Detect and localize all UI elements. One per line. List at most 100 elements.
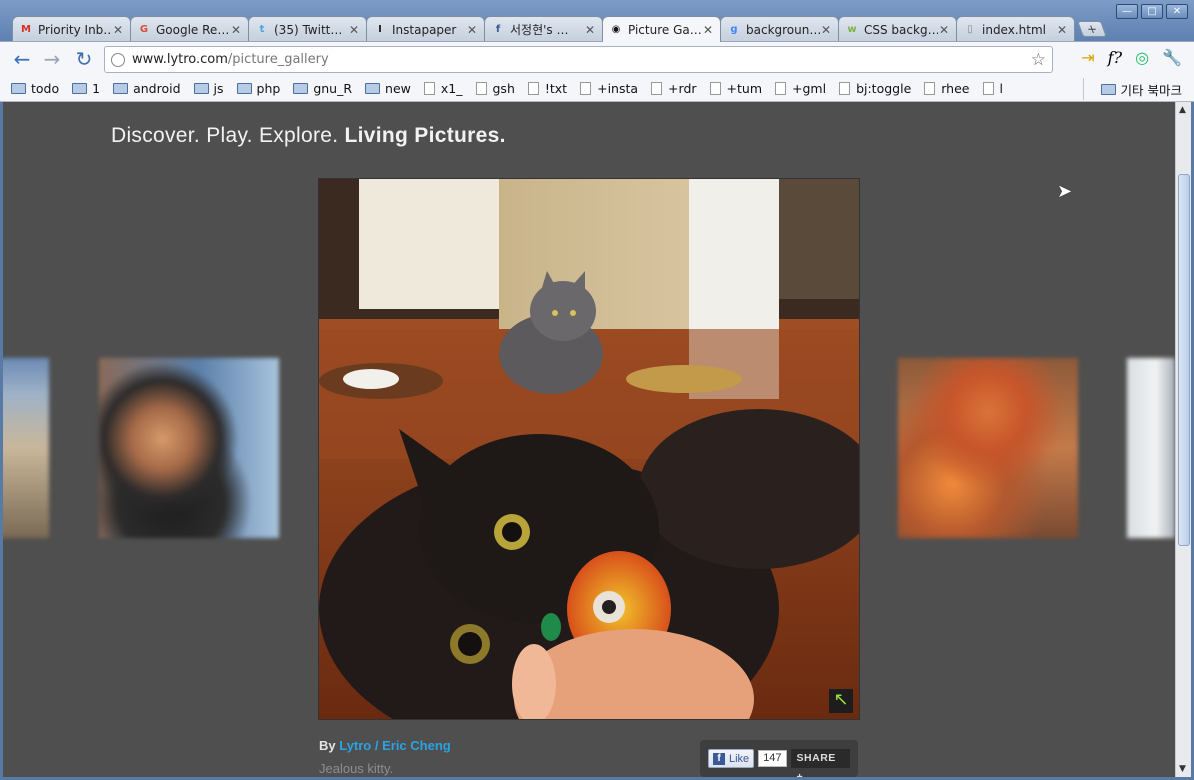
page-icon bbox=[775, 82, 786, 95]
bookmark-x1[interactable]: x1_ bbox=[423, 81, 463, 96]
by-label: By bbox=[319, 738, 340, 753]
send-to-phone-icon[interactable]: ⇥ bbox=[1081, 48, 1094, 67]
gallery-thumbnail-diver[interactable] bbox=[99, 358, 279, 538]
other-bookmarks-folder[interactable]: 기타 북마크 bbox=[1100, 80, 1182, 99]
close-tab-icon[interactable]: ✕ bbox=[112, 23, 124, 37]
bookmarks-divider bbox=[1083, 78, 1084, 100]
extension-icons: ⇥ f? ◎ 🔧 bbox=[1081, 48, 1182, 67]
expand-icon[interactable]: ↖ bbox=[829, 689, 853, 713]
url-host: www.lytro.com bbox=[132, 52, 228, 67]
tab-title: backgroun… bbox=[746, 22, 820, 37]
tab-7[interactable]: w CSS backg… ✕ bbox=[838, 16, 957, 42]
bookmark-label: !txt bbox=[544, 81, 568, 96]
facebook-like-button[interactable]: f Like bbox=[708, 749, 755, 768]
bookmark-insta[interactable]: +insta bbox=[580, 81, 638, 96]
tab-8[interactable]: ▯ index.html ✕ bbox=[956, 16, 1075, 42]
bookmark-label: gnu_R bbox=[313, 81, 353, 96]
gallery-thumbnail-flowers[interactable] bbox=[898, 358, 1078, 538]
scroll-down-arrow-icon[interactable]: ▼ bbox=[1179, 764, 1186, 774]
page-icon bbox=[527, 82, 539, 95]
tab-1[interactable]: G Google Re… ✕ bbox=[130, 16, 249, 42]
tab-3[interactable]: I Instapaper ✕ bbox=[366, 16, 485, 42]
reload-button[interactable]: ↻ bbox=[72, 48, 96, 70]
tab-2[interactable]: t (35) Twitt… ✕ bbox=[248, 16, 367, 42]
folder-icon bbox=[11, 83, 26, 94]
close-tab-icon[interactable]: ✕ bbox=[584, 23, 596, 37]
close-tab-icon[interactable]: ✕ bbox=[466, 23, 478, 37]
font-finder-icon[interactable]: f? bbox=[1108, 48, 1123, 67]
globe-icon bbox=[111, 52, 125, 67]
gallery-thumbnail-far-right[interactable] bbox=[1127, 358, 1175, 538]
close-tab-icon[interactable]: ✕ bbox=[1056, 23, 1068, 37]
close-tab-icon[interactable]: ✕ bbox=[938, 23, 950, 37]
bookmark-tum[interactable]: +tum bbox=[709, 81, 762, 96]
new-tab-button[interactable]: + bbox=[1077, 21, 1107, 37]
share-button[interactable]: SHARE + bbox=[790, 749, 850, 777]
page-icon bbox=[839, 82, 851, 95]
bookmark-label: 1 bbox=[92, 81, 101, 96]
bookmark-label: +tum bbox=[726, 81, 762, 96]
page-icon: ▯ bbox=[967, 24, 973, 35]
bookmark-rdr[interactable]: +rdr bbox=[651, 81, 697, 96]
minimize-button[interactable]: — bbox=[1116, 4, 1138, 19]
bookmark-rhee[interactable]: rhee bbox=[924, 81, 970, 96]
tab-title: Picture Ga… bbox=[628, 22, 702, 37]
bookmark-todo[interactable]: todo bbox=[11, 81, 59, 96]
main-gallery-photo[interactable]: ↖ bbox=[318, 178, 860, 720]
bookmark-label: l bbox=[999, 81, 1003, 96]
bookmark-label: php bbox=[256, 81, 281, 96]
close-tab-icon[interactable]: ✕ bbox=[348, 23, 360, 37]
bookmark-gnuR[interactable]: gnu_R bbox=[293, 81, 352, 96]
page-content: Discover. Play. Explore. Living Pictures… bbox=[3, 102, 1175, 777]
scrollbar-thumb[interactable] bbox=[1178, 174, 1190, 546]
bookmark-php[interactable]: php bbox=[236, 81, 281, 96]
maximize-button[interactable]: □ bbox=[1141, 4, 1163, 19]
tab-6[interactable]: g backgroun… ✕ bbox=[720, 16, 839, 42]
page-icon bbox=[709, 82, 721, 95]
w3-icon: w bbox=[847, 24, 857, 35]
bookmark-gsh[interactable]: gsh bbox=[475, 81, 515, 96]
tab-5[interactable]: ◉ Picture Ga… ✕ bbox=[602, 16, 721, 42]
bookmark-l[interactable]: l bbox=[982, 81, 1003, 96]
page-icon bbox=[651, 82, 663, 95]
close-tab-icon[interactable]: ✕ bbox=[702, 23, 714, 37]
gallery-thumbnail-far-left[interactable] bbox=[3, 358, 49, 538]
author-link[interactable]: Lytro / Eric Cheng bbox=[339, 738, 450, 753]
bookmark-js[interactable]: js bbox=[193, 81, 224, 96]
close-tab-icon[interactable]: ✕ bbox=[820, 23, 832, 37]
scroll-up-arrow-icon[interactable]: ▲ bbox=[1179, 105, 1186, 115]
address-bar[interactable]: www.lytro.com/picture_gallery ☆ bbox=[104, 46, 1053, 73]
social-bar: f Like 147 SHARE + bbox=[700, 740, 858, 777]
folder-icon bbox=[236, 83, 252, 94]
bookmark-1[interactable]: 1 bbox=[72, 81, 100, 96]
page-icon bbox=[982, 82, 994, 95]
other-bookmarks-label: 기타 북마크 bbox=[1120, 83, 1182, 98]
close-window-button[interactable]: ✕ bbox=[1166, 4, 1188, 19]
tab-4[interactable]: f 서정현's … ✕ bbox=[484, 16, 603, 42]
tab-list: M Priority Inb… ✕ G Google Re… ✕ t (35) Twitt… ✕… bbox=[12, 16, 1107, 42]
bookmark-label: +insta bbox=[597, 81, 639, 96]
bookmark-star-icon[interactable]: ☆ bbox=[1031, 50, 1046, 70]
bookmark-gml[interactable]: +gml bbox=[775, 81, 826, 96]
bookmark-android[interactable]: android bbox=[113, 81, 181, 96]
tagline-plain: Discover. Play. Explore. bbox=[111, 124, 345, 147]
back-button[interactable]: ← bbox=[10, 48, 34, 70]
google-search-icon: g bbox=[730, 24, 738, 35]
wrench-menu-icon[interactable]: 🔧 bbox=[1162, 48, 1182, 67]
like-label: Like bbox=[729, 752, 750, 765]
bookmark-label: android bbox=[133, 81, 181, 96]
color-picker-icon[interactable]: ◎ bbox=[1135, 48, 1149, 67]
tab-0[interactable]: M Priority Inb… ✕ bbox=[12, 16, 131, 42]
bookmark-new[interactable]: new bbox=[365, 81, 411, 96]
bookmark-bjtoggle[interactable]: bj:toggle bbox=[839, 81, 911, 96]
mouse-cursor-icon: ➤ bbox=[1057, 181, 1073, 202]
close-tab-icon[interactable]: ✕ bbox=[230, 23, 242, 37]
forward-button[interactable]: → bbox=[40, 48, 64, 70]
folder-icon bbox=[1100, 84, 1116, 95]
facebook-icon: f bbox=[495, 24, 501, 35]
bookmark-txt[interactable]: !txt bbox=[527, 81, 568, 96]
folder-icon bbox=[293, 83, 309, 94]
vertical-scrollbar[interactable]: ▲ ▼ bbox=[1175, 102, 1191, 777]
tab-title: Instapaper bbox=[392, 22, 457, 37]
browser-window: M Priority Inb… ✕ G Google Re… ✕ t (35) Twitt… ✕… bbox=[0, 0, 1194, 780]
